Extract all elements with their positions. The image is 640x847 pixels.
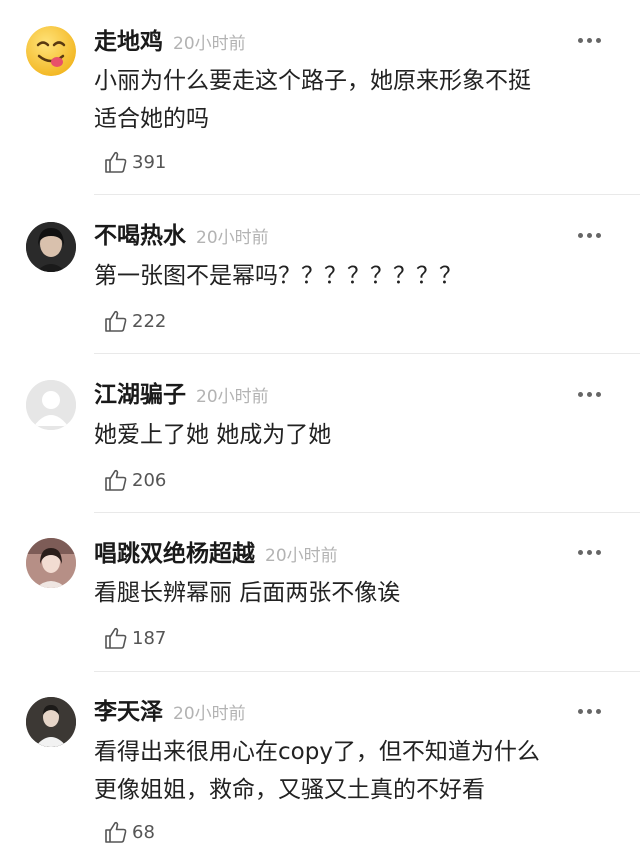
like-button[interactable]: 391 <box>104 148 166 176</box>
comment-text: 小丽为什么要走这个路子，她原来形象不挺 适合她的吗 <box>94 62 614 138</box>
username-text[interactable]: 李天泽 <box>94 699 163 725</box>
timestamp: 20小时前 <box>173 704 246 724</box>
divider <box>94 671 640 672</box>
divider <box>94 512 640 513</box>
avatar[interactable] <box>26 380 76 430</box>
thumbs-up-icon <box>105 151 127 173</box>
username-text[interactable]: 不喝热水 <box>94 223 186 249</box>
like-count: 222 <box>132 310 167 332</box>
comment-line: 看得出来很用心在copy了，但不知道为什么 <box>94 739 540 765</box>
like-button[interactable]: 68 <box>104 818 155 846</box>
thumbs-up-icon <box>105 821 127 843</box>
more-options-icon[interactable] <box>578 550 602 556</box>
like-count: 391 <box>132 151 167 173</box>
comment-text: 第一张图不是幂吗？？？？？？？？ <box>94 257 614 295</box>
more-options-icon[interactable] <box>578 38 602 44</box>
divider <box>94 194 640 195</box>
profile-photo-icon <box>26 222 76 272</box>
default-person-icon <box>26 380 76 430</box>
like-button[interactable]: 187 <box>104 624 166 652</box>
timestamp: 20小时前 <box>196 228 269 248</box>
username[interactable]: 江湖骗子 20小时前 <box>94 381 269 411</box>
divider <box>94 353 640 354</box>
avatar[interactable] <box>26 222 76 272</box>
comment-text: 看得出来很用心在copy了，但不知道为什么 更像姐姐，救命，又骚又土真的不好看 <box>94 733 614 809</box>
like-button[interactable]: 206 <box>104 466 166 494</box>
username[interactable]: 唱跳双绝杨超越 20小时前 <box>94 540 338 570</box>
more-options-icon[interactable] <box>578 709 602 715</box>
comment-line: 第一张图不是幂吗？？？？？？？？ <box>94 263 462 289</box>
profile-photo-icon <box>26 697 76 747</box>
thumbs-up-icon <box>105 469 127 491</box>
timestamp: 20小时前 <box>196 387 269 407</box>
username-text[interactable]: 走地鸡 <box>94 29 163 55</box>
like-count: 206 <box>132 469 167 491</box>
comment-line: 适合她的吗 <box>94 106 209 132</box>
thumbs-up-icon <box>105 627 127 649</box>
like-count: 187 <box>132 627 167 649</box>
more-options-icon[interactable] <box>578 392 602 398</box>
comment-text: 她爱上了她 她成为了她 <box>94 416 614 454</box>
timestamp: 20小时前 <box>265 546 338 566</box>
username[interactable]: 不喝热水 20小时前 <box>94 222 269 252</box>
like-count: 68 <box>132 821 155 843</box>
comment-line: 更像姐姐，救命，又骚又土真的不好看 <box>94 777 485 803</box>
comment-line: 小丽为什么要走这个路子，她原来形象不挺 <box>94 68 531 94</box>
avatar[interactable] <box>26 538 76 588</box>
thumbs-up-icon <box>105 310 127 332</box>
username[interactable]: 李天泽 20小时前 <box>94 698 246 728</box>
more-options-icon[interactable] <box>578 233 602 239</box>
comment-line: 看腿长辨幂丽 后面两张不像诶 <box>94 580 401 606</box>
username[interactable]: 走地鸡 20小时前 <box>94 28 246 58</box>
timestamp: 20小时前 <box>173 34 246 54</box>
avatar[interactable] <box>26 26 76 76</box>
emoji-face-icon <box>26 26 76 76</box>
profile-photo-icon <box>26 538 76 588</box>
like-button[interactable]: 222 <box>104 307 166 335</box>
comment-text: 看腿长辨幂丽 后面两张不像诶 <box>94 574 614 612</box>
comment-line: 她爱上了她 她成为了她 <box>94 422 332 448</box>
username-text[interactable]: 江湖骗子 <box>94 382 186 408</box>
username-text[interactable]: 唱跳双绝杨超越 <box>94 541 255 567</box>
avatar[interactable] <box>26 697 76 747</box>
